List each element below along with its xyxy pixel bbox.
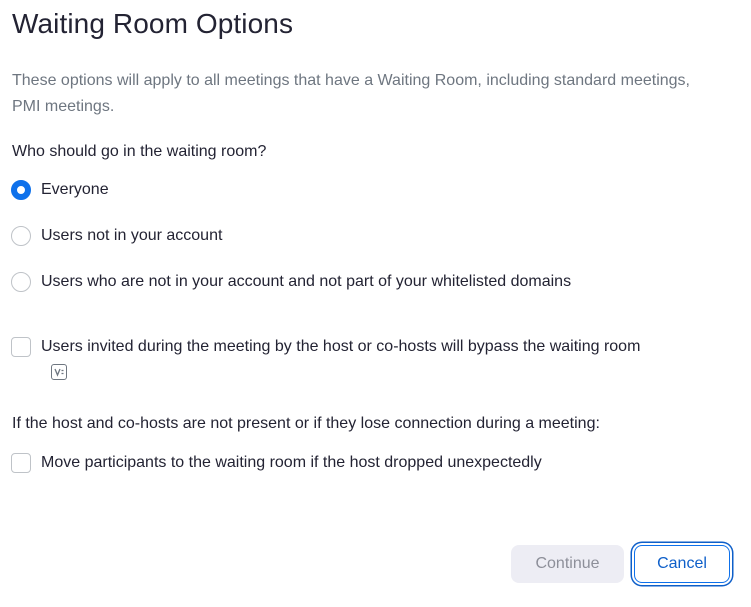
radio-label-everyone: Everyone	[41, 181, 109, 198]
host-section-label: If the host and co-hosts are not present…	[12, 415, 600, 432]
vip-icon	[51, 364, 67, 380]
radio-button[interactable]	[11, 272, 31, 292]
bypass-checkbox[interactable]	[11, 337, 31, 357]
checkbox-option-move-participants[interactable]: Move participants to the waiting room if…	[11, 452, 542, 474]
checkbox-option-bypass[interactable]: Users invited during the meeting by the …	[11, 336, 640, 358]
bypass-label: Users invited during the meeting by the …	[41, 338, 641, 355]
continue-button[interactable]: Continue	[511, 545, 624, 583]
cancel-button[interactable]: Cancel	[634, 545, 730, 583]
waiting-room-options-dialog: Waiting Room Options These options will …	[0, 0, 751, 607]
move-participants-checkbox[interactable]	[11, 453, 31, 473]
dialog-description: These options will apply to all meetings…	[12, 72, 690, 115]
radio-option-users-not-in-account[interactable]: Users not in your account	[11, 225, 222, 247]
radio-option-everyone[interactable]: Everyone	[11, 179, 109, 201]
radio-button[interactable]	[11, 226, 31, 246]
radio-label-users-not-whitelisted: Users who are not in your account and no…	[41, 273, 572, 290]
radio-label-users-not-in-account: Users not in your account	[41, 227, 223, 244]
who-section-label: Who should go in the waiting room?	[12, 143, 267, 160]
radio-option-users-not-whitelisted[interactable]: Users who are not in your account and no…	[11, 271, 571, 293]
radio-button-selected[interactable]	[11, 180, 31, 200]
move-participants-label: Move participants to the waiting room if…	[41, 454, 542, 471]
dialog-title: Waiting Room Options	[12, 8, 294, 39]
